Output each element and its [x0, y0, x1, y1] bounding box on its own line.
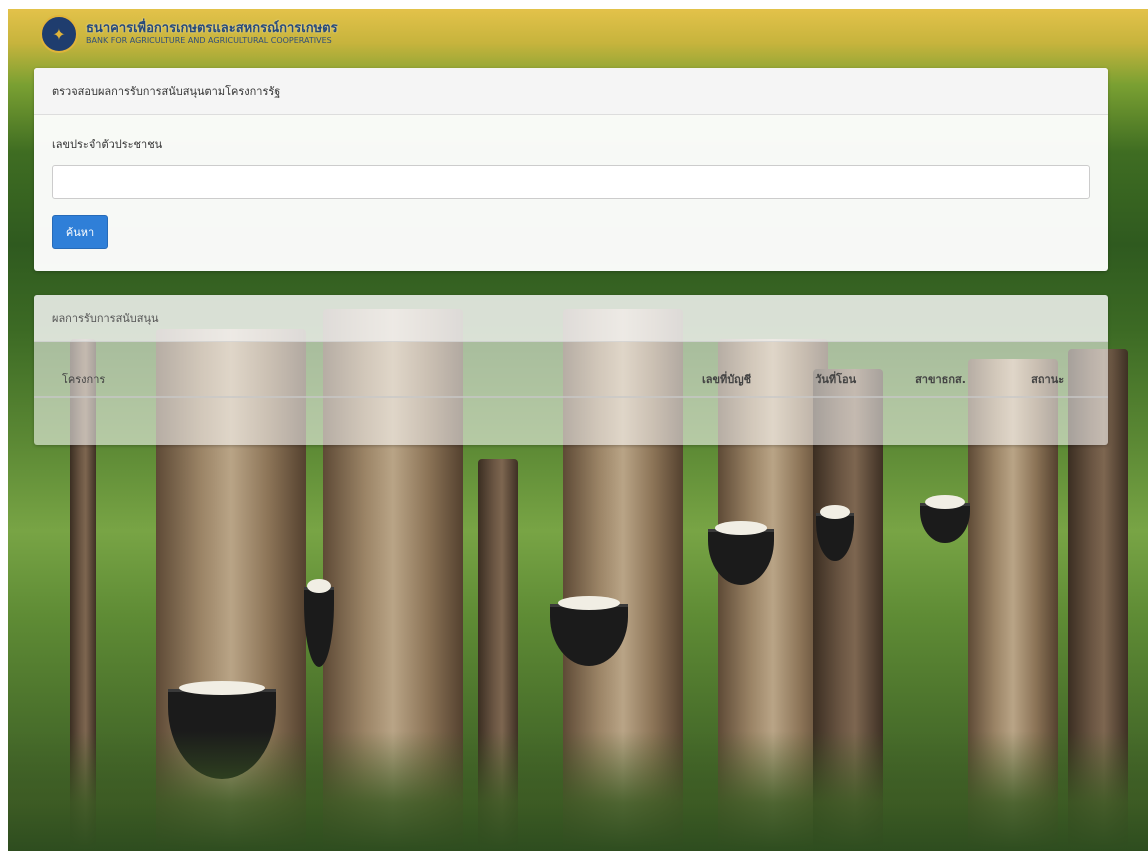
search-button[interactable]: ค้นหา: [52, 215, 108, 249]
site-header: ✦ ธนาคารเพื่อการเกษตรและสหกรณ์การเกษตร B…: [40, 14, 338, 54]
column-header-account-number: เลขที่บัญชี: [692, 362, 806, 398]
search-panel-title: ตรวจสอบผลการรับการสนับสนุนตามโครงการรัฐ: [34, 68, 1108, 115]
column-header-transfer-date: วันที่โอน: [805, 362, 906, 398]
logo-text: ธนาคารเพื่อการเกษตรและสหกรณ์การเกษตร BAN…: [86, 22, 338, 45]
org-name-th: ธนาคารเพื่อการเกษตรและสหกรณ์การเกษตร: [86, 21, 338, 37]
column-header-status: สถานะ: [1021, 362, 1108, 398]
results-table: โครงการ เลขที่บัญชี วันที่โอน สาขาธกส. ส…: [34, 362, 1108, 398]
search-panel: ตรวจสอบผลการรับการสนับสนุนตามโครงการรัฐ …: [34, 68, 1108, 271]
column-header-baac-branch: สาขาธกส.: [905, 362, 1022, 398]
org-name-en: BANK FOR AGRICULTURE AND AGRICULTURAL CO…: [86, 35, 332, 45]
column-header-project: โครงการ: [34, 362, 692, 398]
citizen-id-input[interactable]: [52, 165, 1090, 199]
citizen-id-label: เลขประจำตัวประชาชน: [52, 138, 163, 151]
baac-logo-icon[interactable]: ✦: [40, 15, 78, 53]
results-panel: ผลการรับการสนับสนุน โครงการ เลขที่บัญชี …: [34, 295, 1108, 445]
grass-ground: [8, 731, 1148, 851]
results-panel-title: ผลการรับการสนับสนุน: [34, 295, 1108, 342]
latex-cup: [920, 495, 970, 543]
search-form: เลขประจำตัวประชาชน ค้นหา: [34, 115, 1108, 269]
results-header-row: โครงการ เลขที่บัญชี วันที่โอน สาขาธกส. ส…: [34, 362, 1108, 398]
